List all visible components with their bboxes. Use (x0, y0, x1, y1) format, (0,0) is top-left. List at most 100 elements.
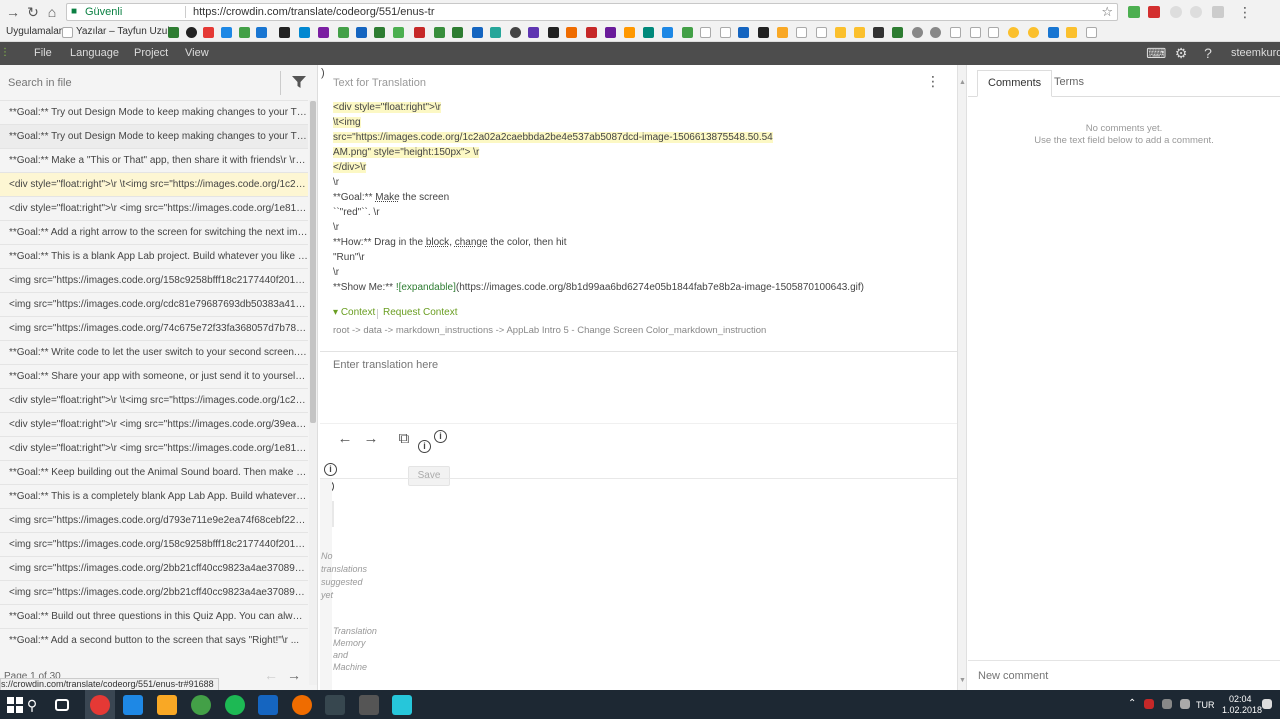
bookmark-icon[interactable] (356, 27, 367, 38)
tab-terms[interactable]: Terms (1044, 70, 1094, 97)
info-icon[interactable]: i (324, 463, 337, 476)
page-icon[interactable] (988, 27, 999, 38)
scroll-up-icon[interactable]: ▲ (959, 79, 966, 86)
string-list-item[interactable]: **Goal:** Add a second button to the scr… (0, 628, 308, 652)
chevron-up-icon[interactable]: ⌃ (1128, 698, 1136, 709)
bookmark-icon[interactable] (566, 27, 577, 38)
string-list-item[interactable]: <img src="https://images.code.org/158c92… (0, 268, 308, 292)
new-comment-input[interactable] (968, 660, 1280, 690)
menu-file[interactable]: File (34, 47, 52, 59)
extension-icon[interactable] (1212, 6, 1224, 18)
edge-icon[interactable] (123, 695, 143, 715)
notification-icon[interactable] (1262, 699, 1272, 709)
string-list-item[interactable]: <div style="float:right">\r \t<img src="… (0, 388, 308, 412)
bookmark-icon[interactable] (873, 27, 884, 38)
string-list-item[interactable]: <div style="float:right">\r \t<img src="… (0, 172, 308, 196)
string-list-item[interactable]: <div style="float:right">\r <img src="ht… (0, 436, 308, 460)
bookmark-icon[interactable] (1066, 27, 1077, 38)
context-toggle[interactable]: ▾ Context (333, 307, 375, 318)
page-icon[interactable] (816, 27, 827, 38)
whatsapp-icon[interactable] (191, 695, 211, 715)
app-icon[interactable] (392, 695, 412, 715)
arrow-left-icon[interactable]: ← (336, 429, 354, 449)
bookmark-icon[interactable] (777, 27, 788, 38)
bookmark-item[interactable]: Yazılar – Tayfun Uzuln (76, 26, 175, 37)
page-icon[interactable] (796, 27, 807, 38)
bookmark-icon[interactable] (393, 27, 404, 38)
bookmark-icon[interactable] (414, 27, 425, 38)
bookmark-icon[interactable] (510, 27, 521, 38)
help-icon[interactable]: ? (1200, 45, 1216, 61)
prev-page-icon[interactable]: ← (264, 667, 278, 683)
gear-icon[interactable]: ⚙ (1173, 45, 1189, 61)
bookmark-icon[interactable] (338, 27, 349, 38)
bookmark-icon[interactable] (912, 27, 923, 38)
clock-time[interactable]: 02:04 (1229, 694, 1252, 704)
bookmark-icon[interactable] (168, 27, 179, 38)
bookmark-icon[interactable] (605, 27, 616, 38)
string-list-item[interactable]: <img src="https://images.code.org/d793e7… (0, 508, 308, 532)
string-list-item[interactable]: <div style="float:right">\r <img src="ht… (0, 412, 308, 436)
bookmark-icon[interactable] (1028, 27, 1039, 38)
username[interactable]: steemkurd (1231, 47, 1280, 59)
keyboard-icon[interactable]: ⌨ (1146, 45, 1166, 61)
scroll-down-icon[interactable]: ▼ (959, 677, 966, 684)
bookmark-icon[interactable] (1048, 27, 1059, 38)
bookmark-icon[interactable] (472, 27, 483, 38)
bookmark-icon[interactable] (930, 27, 941, 38)
string-list-item[interactable]: <img src="https://images.code.org/74c675… (0, 316, 308, 340)
github-icon[interactable] (186, 27, 197, 38)
language-indicator[interactable]: TUR (1196, 700, 1215, 710)
bookmark-icon[interactable] (490, 27, 501, 38)
bookmark-icon[interactable] (203, 27, 214, 38)
page-icon[interactable] (950, 27, 961, 38)
spotify-icon[interactable] (225, 695, 245, 715)
string-list-item[interactable]: **Goal:** Try out Design Mode to keep ma… (0, 124, 308, 148)
bookmark-icon[interactable] (548, 27, 559, 38)
tray-icon[interactable] (1162, 699, 1172, 709)
bookmark-icon[interactable] (662, 27, 673, 38)
center-scrollbar[interactable]: ▲ ▼ (957, 65, 967, 690)
string-list-item[interactable]: **Goal:** This is a blank App Lab projec… (0, 244, 308, 268)
bookmark-icon[interactable] (682, 27, 693, 38)
bookmark-icon[interactable] (299, 27, 310, 38)
address-bar[interactable]: ■ Güvenli https://crowdin.com/translate/… (66, 3, 1118, 21)
bookmark-icon[interactable] (434, 27, 445, 38)
info-icon[interactable]: i (418, 440, 431, 453)
app-icon[interactable] (292, 695, 312, 715)
bookmark-icon[interactable] (624, 27, 635, 38)
clock-date[interactable]: 1.02.2018 (1222, 705, 1262, 715)
menu-project[interactable]: Project (134, 47, 168, 59)
info-icon[interactable]: i (434, 430, 447, 443)
url-text[interactable]: https://crowdin.com/translate/codeorg/55… (193, 6, 435, 18)
bookmark-icon[interactable] (854, 27, 865, 38)
menu-view[interactable]: View (185, 47, 209, 59)
copy-source-icon[interactable]: ⧉ (395, 429, 413, 449)
page-icon[interactable] (720, 27, 731, 38)
menu-language[interactable]: Language (70, 47, 119, 59)
bookmark-icon[interactable] (279, 27, 290, 38)
bookmark-icon[interactable] (452, 27, 463, 38)
tab-comments[interactable]: Comments (977, 70, 1053, 97)
app-icon[interactable] (258, 695, 278, 715)
back-icon[interactable]: → (4, 3, 22, 21)
string-list-item[interactable]: <img src="https://images.code.org/cdc81e… (0, 292, 308, 316)
save-button[interactable]: Save (408, 466, 450, 486)
star-icon[interactable]: ☆ (1101, 4, 1113, 20)
bookmark-icon[interactable] (758, 27, 769, 38)
chrome-icon[interactable] (90, 695, 110, 715)
search-icon[interactable]: ⚲ (22, 695, 42, 715)
bookmark-icon[interactable] (221, 27, 232, 38)
bookmark-icon[interactable] (1008, 27, 1019, 38)
string-list-item[interactable]: <img src="https://images.code.org/2bb21c… (0, 556, 308, 580)
search-input[interactable] (0, 72, 270, 94)
bookmark-icon[interactable] (318, 27, 329, 38)
reload-icon[interactable]: ↻ (24, 3, 42, 21)
app-icon[interactable] (359, 695, 379, 715)
next-page-icon[interactable]: → (287, 667, 301, 683)
filter-icon[interactable] (292, 75, 306, 89)
string-list-item[interactable]: **Goal:** Make a "This or That" app, the… (0, 148, 308, 172)
bookmark-icon[interactable] (528, 27, 539, 38)
string-list-item[interactable]: <img src="https://images.code.org/2bb21c… (0, 580, 308, 604)
string-list-item[interactable]: **Goal:** Try out Design Mode to keep ma… (0, 100, 308, 124)
